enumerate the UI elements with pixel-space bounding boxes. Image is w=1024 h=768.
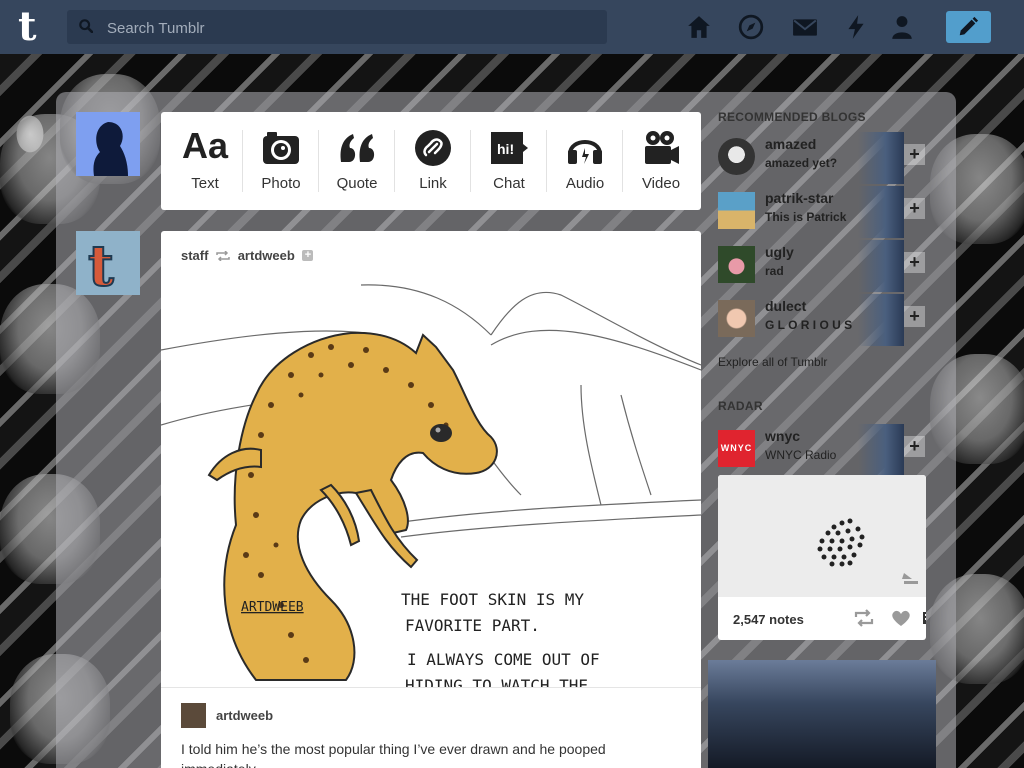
blog-tagline: WNYC Radio xyxy=(765,448,837,462)
staff-avatar[interactable]: t xyxy=(76,231,140,300)
art-text-line4: HIDING TO WATCH THE xyxy=(405,676,588,687)
blog-avatar[interactable] xyxy=(718,246,755,283)
art-text-line3: I ALWAYS COME OUT OF xyxy=(407,650,600,669)
search-input[interactable] xyxy=(105,10,589,46)
compose-button[interactable] xyxy=(946,11,991,43)
blog-name[interactable]: amazed xyxy=(765,136,816,152)
inbox-icon[interactable] xyxy=(792,14,818,40)
follow-button[interactable]: + xyxy=(904,306,925,327)
blog-avatar[interactable] xyxy=(718,138,755,175)
search-icon xyxy=(79,19,93,33)
svg-text:t: t xyxy=(88,233,114,295)
svg-text:hi!: hi! xyxy=(497,141,514,157)
top-navigation-bar: t xyxy=(0,0,1024,54)
post-type-label: Text xyxy=(191,175,219,192)
quote-icon xyxy=(340,134,375,162)
post-type-video[interactable]: Video xyxy=(623,112,699,210)
activity-icon[interactable] xyxy=(843,14,869,40)
link-icon xyxy=(415,130,451,166)
post-type-label: Audio xyxy=(565,175,605,192)
post-author-link[interactable]: staff xyxy=(181,248,208,263)
home-icon[interactable] xyxy=(686,14,712,40)
blog-name[interactable]: wnyc xyxy=(765,428,800,444)
pencil-icon xyxy=(959,16,979,36)
chat-icon: hi! xyxy=(491,132,528,164)
follow-button[interactable]: + xyxy=(904,198,925,219)
post-divider xyxy=(161,687,701,688)
blog-name[interactable]: patrik-star xyxy=(765,190,833,206)
recommended-blog-dulect[interactable]: dulect G L O R I O U S + xyxy=(718,294,928,346)
blog-tagline: This is Patrick xyxy=(765,210,847,224)
reblog-small-icon xyxy=(216,250,230,261)
follow-button[interactable]: + xyxy=(904,252,925,273)
post-type-bar: Aa Text Photo Quote Link hi! Chat Audio … xyxy=(161,112,701,210)
gecko-drawing: THE FOOT SKIN IS MY FAVORITE PART. I ALW… xyxy=(161,275,701,687)
post-caption: I told him he’s the most popular thing I… xyxy=(181,741,606,768)
reblog-icon[interactable] xyxy=(854,609,874,627)
post-header: staff artdweeb + xyxy=(181,247,314,263)
post-type-label: Photo xyxy=(261,175,301,192)
post-type-chat[interactable]: hi! Chat xyxy=(471,112,547,210)
search-box[interactable] xyxy=(67,10,607,46)
art-text-line1: THE FOOT SKIN IS MY xyxy=(401,590,584,609)
artdweeb-avatar[interactable] xyxy=(181,703,206,728)
text-icon: Aa xyxy=(181,125,229,166)
art-signature: ARTDWEEB xyxy=(241,600,304,615)
explore-link[interactable]: Explore all of Tumblr xyxy=(718,355,827,369)
caption-author-link[interactable]: artdweeb xyxy=(216,708,273,723)
recommended-blog-patrik-star[interactable]: patrik-star This is Patrick + xyxy=(718,186,928,238)
follow-mini-button[interactable]: + xyxy=(302,250,314,262)
recommended-blogs-title: RECOMMENDED BLOGS xyxy=(718,110,866,124)
reblogged-from-link[interactable]: artdweeb xyxy=(238,248,295,263)
blog-name[interactable]: dulect xyxy=(765,298,806,314)
video-camera-icon xyxy=(645,131,679,164)
follow-button[interactable]: + xyxy=(904,436,925,457)
blog-tagline: G L O R I O U S xyxy=(765,318,853,332)
notes-count[interactable]: 2,547 notes xyxy=(733,612,804,627)
post-type-photo[interactable]: Photo xyxy=(243,112,319,210)
account-icon[interactable] xyxy=(889,14,915,40)
caption-header: artdweeb xyxy=(181,703,681,728)
keyboard-icon[interactable] xyxy=(923,609,926,627)
silhouette-icon xyxy=(76,112,140,176)
camera-icon xyxy=(263,132,299,164)
dotted-sphere-image xyxy=(718,475,926,597)
post-type-label: Link xyxy=(419,175,447,192)
blog-tagline: amazed yet? xyxy=(765,156,838,170)
post-type-text[interactable]: Aa Text xyxy=(167,112,243,210)
explore-icon[interactable] xyxy=(738,14,764,40)
blog-name[interactable]: ugly xyxy=(765,244,794,260)
post-type-link[interactable]: Link xyxy=(395,112,471,210)
blog-tagline: rad xyxy=(765,264,784,278)
tumblr-logo[interactable]: t xyxy=(18,7,48,47)
wnyc-logo[interactable]: WNYC xyxy=(718,430,755,467)
like-heart-icon[interactable] xyxy=(891,609,911,627)
post-type-label: Quote xyxy=(336,175,378,192)
follow-button[interactable]: + xyxy=(904,144,925,165)
post-type-label: Video xyxy=(641,175,681,192)
headphones-icon xyxy=(568,140,602,164)
dashboard-post: staff artdweeb + THE FOOT SKIN IS MY FAV… xyxy=(161,231,701,768)
post-type-quote[interactable]: Quote xyxy=(319,112,395,210)
art-text-line2: FAVORITE PART. xyxy=(405,616,540,635)
user-avatar[interactable] xyxy=(76,112,140,176)
sidebar-photo-thumbnail[interactable] xyxy=(708,660,936,768)
radar-post-image[interactable] xyxy=(718,475,926,597)
blog-avatar[interactable] xyxy=(718,300,755,337)
radar-blog-wnyc[interactable]: WNYC wnyc WNYC Radio + xyxy=(718,424,928,476)
tumblr-t-logo-icon: t xyxy=(76,231,140,300)
post-type-label: Chat xyxy=(493,175,525,192)
recommended-blog-amazed[interactable]: amazed amazed yet? + xyxy=(718,132,928,184)
recommended-blog-ugly[interactable]: ugly rad + xyxy=(718,240,928,292)
radar-title: RADAR xyxy=(718,399,763,413)
radar-post-card[interactable]: 2,547 notes xyxy=(718,475,926,640)
blog-avatar[interactable] xyxy=(718,192,755,229)
wnyc-logo-text: WNYC xyxy=(720,443,753,453)
post-type-audio[interactable]: Audio xyxy=(547,112,623,210)
